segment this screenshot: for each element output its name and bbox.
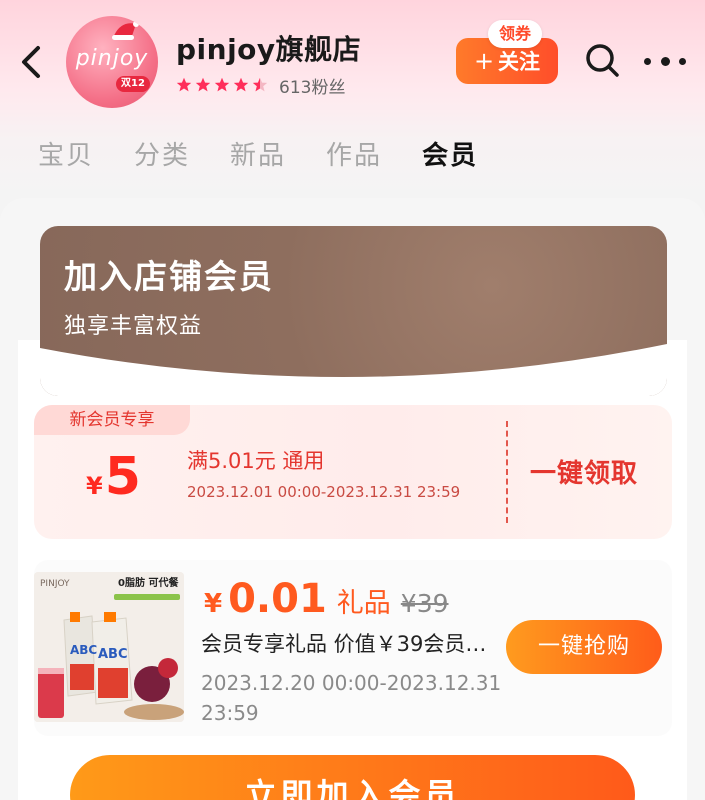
claim-coupon-button[interactable]: 一键领取: [530, 453, 638, 490]
product-image[interactable]: PINJOY 0脂肪 可代餐 ABC ABC: [34, 572, 184, 722]
store-name: pinjoy旗舰店: [176, 33, 362, 66]
more-dot-icon: [679, 57, 686, 65]
tab-works[interactable]: 作品: [326, 134, 382, 178]
santa-hat-icon: [112, 21, 139, 40]
tab-membership[interactable]: 会员: [422, 134, 478, 178]
back-button[interactable]: [14, 40, 48, 84]
search-icon: [586, 44, 619, 77]
product-validity: 2023.12.20 00:00-2023.12.31 23:59: [201, 671, 502, 725]
star-icon: [176, 77, 192, 92]
more-dot-icon: [644, 57, 651, 65]
coupon-divider: [506, 421, 508, 523]
price-row: ¥ 0.01 礼品 ¥39: [204, 576, 449, 622]
member-banner: 加入店铺会员 独享丰富权益: [40, 226, 667, 396]
coupon-currency: ¥: [86, 472, 103, 500]
more-dot-icon: [660, 56, 670, 66]
product-brand-text: PINJOY: [40, 579, 70, 589]
follower-count: 613粉丝: [279, 77, 346, 98]
tab-new[interactable]: 新品: [230, 134, 286, 178]
follow-label: 关注: [498, 50, 541, 74]
coupon-amount: ¥5: [86, 447, 141, 516]
tab-categories[interactable]: 分类: [134, 134, 190, 178]
search-button[interactable]: [582, 40, 622, 80]
price-currency: ¥: [204, 589, 223, 619]
plus-icon: +: [473, 47, 495, 75]
store-logo[interactable]: pinjoy 双12: [66, 16, 158, 108]
rating-row: 613粉丝: [176, 74, 346, 98]
product-illustration: PINJOY 0脂肪 可代餐 ABC ABC: [34, 572, 184, 722]
star-icon: [233, 77, 249, 92]
product-headline-text: 0脂肪 可代餐: [118, 576, 179, 589]
chevron-left-icon: [22, 46, 40, 78]
coupon-tag[interactable]: 领券: [488, 20, 543, 48]
coupon-validity: 2023.12.01 00:00-2023.12.31 23:59: [187, 483, 461, 501]
product-description: 会员专享礼品 价值￥39会员专享礼品: [201, 632, 491, 656]
banner-title: 加入店铺会员: [64, 257, 274, 296]
join-membership-button[interactable]: 立即加入会员: [70, 755, 635, 800]
logo-badge: 双12: [116, 76, 150, 92]
price-tag: 礼品: [336, 588, 391, 619]
gift-price: 0.01: [228, 576, 327, 622]
buy-now-button[interactable]: 一键抢购: [506, 620, 662, 674]
gift-product-card: PINJOY 0脂肪 可代餐 ABC ABC ¥ 0.01 礼品 ¥39 会员专…: [34, 560, 672, 736]
coupon-condition: 满5.01元 通用: [187, 449, 325, 473]
original-price: ¥39: [400, 589, 449, 618]
tab-items[interactable]: 宝贝: [38, 134, 94, 178]
product-pouch-text-2: ABC: [98, 647, 128, 662]
banner-wave-decoration: [40, 344, 667, 396]
coupon-card: 新会员专享 ¥5 满5.01元 通用 2023.12.01 00:00-2023…: [34, 405, 672, 539]
star-icon: [214, 77, 230, 92]
store-tabs: 宝贝 分类 新品 作品 会员: [38, 134, 478, 178]
logo-text: pinjoy: [75, 46, 149, 71]
product-pouch-text-1: ABC: [70, 643, 97, 657]
star-icon: [195, 77, 211, 92]
more-button[interactable]: [644, 48, 686, 74]
store-header: pinjoy 双12 pinjoy旗舰店 613粉丝 + 关注 领券: [0, 0, 705, 120]
coupon-value: 5: [104, 447, 141, 507]
half-star-icon: [252, 77, 268, 92]
coupon-label: 新会员专享: [34, 405, 190, 435]
